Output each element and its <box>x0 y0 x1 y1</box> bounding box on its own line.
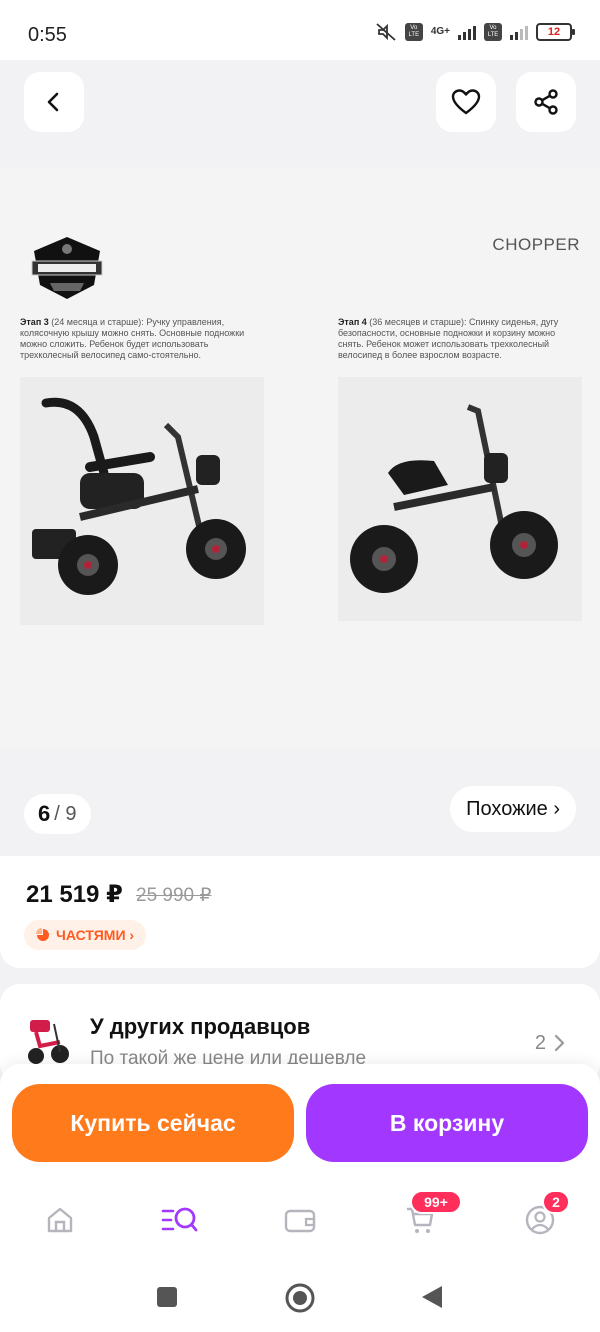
volte-icon-2: Vo LTE <box>484 23 502 41</box>
installment-label: ЧАСТЯМИ › <box>56 927 135 943</box>
image-counter: 6 / 9 <box>24 794 91 834</box>
catalog-search-icon <box>161 1207 198 1232</box>
stage-4-age: (36 месяцев и старше): <box>369 317 467 327</box>
network-type: 4G+ <box>430 26 450 37</box>
price-card: 21 519 ₽ 25 990 ₽ ЧАСТЯМИ › <box>0 856 600 968</box>
current-price: 21 519 ₽ <box>26 881 123 908</box>
installment-button[interactable]: ЧАСТЯМИ › <box>24 920 147 950</box>
cart-badge: 99+ <box>410 1190 462 1214</box>
volte-icon: Vo LTE <box>404 23 423 41</box>
seller-product-thumbnail <box>28 1020 69 1064</box>
signal-icon-2 <box>510 24 528 40</box>
system-navigation <box>0 1264 600 1332</box>
back-button[interactable] <box>24 72 84 132</box>
nav-wallet[interactable] <box>280 1200 320 1240</box>
other-sellers-title: У других продавцов <box>90 1014 311 1039</box>
profile-badge: 2 <box>542 1190 570 1214</box>
share-icon <box>534 89 558 115</box>
tricycle-photo-stage-3 <box>20 377 264 625</box>
status-bar: 0:55 Vo LTE 4G+ Vo LTE 12 <box>0 0 600 60</box>
add-to-cart-button[interactable]: В корзину <box>306 1084 588 1162</box>
status-icons: Vo LTE 4G+ Vo LTE 12 <box>375 22 575 42</box>
image-counter-total: / 9 <box>54 802 77 825</box>
bottom-navigation: 99+ 2 <box>0 1174 600 1264</box>
back-triangle-icon[interactable] <box>420 1284 444 1310</box>
recents-icon[interactable] <box>156 1286 178 1308</box>
heart-icon <box>451 89 481 115</box>
tricycle-stage-3-illustration <box>32 397 246 595</box>
stage-3-age: (24 месяца и старше): <box>51 317 144 327</box>
product-image[interactable]: CHOPPER Этап 3 (24 месяца и старше): Руч… <box>0 167 600 749</box>
home-circle-icon[interactable] <box>284 1282 316 1314</box>
stage-3-title: Этап 3 <box>20 317 49 327</box>
chopper-logo <box>31 237 103 299</box>
mute-icon <box>376 23 396 41</box>
tricycle-stage-4-illustration <box>350 404 558 593</box>
product-gallery[interactable]: CHOPPER Этап 3 (24 месяца и старше): Руч… <box>0 60 600 860</box>
tricycle-photo-stage-4 <box>338 377 582 621</box>
other-sellers-count: 2 <box>534 1032 546 1054</box>
stage-3-text: Этап 3 (24 месяца и старше): Ручку управ… <box>20 317 266 361</box>
share-button[interactable] <box>516 72 576 132</box>
wallet-icon <box>284 1209 316 1233</box>
stage-4-text: Этап 4 (36 месяцев и старше): Спинку сид… <box>338 317 574 361</box>
brand-text: CHOPPER <box>492 235 580 254</box>
buy-now-button[interactable]: Купить сейчас <box>12 1084 294 1162</box>
purchase-bar: Купить сейчас В корзину <box>0 1064 600 1174</box>
chevron-right-icon <box>554 1034 565 1052</box>
back-arrow-icon <box>47 92 59 112</box>
status-time: 0:55 <box>28 24 67 46</box>
home-icon <box>47 1207 73 1233</box>
installment-pie-icon <box>36 928 49 941</box>
similar-button[interactable]: Похожие › <box>450 786 576 832</box>
battery-icon: 12 <box>536 23 575 41</box>
stage-4-title: Этап 4 <box>338 317 367 327</box>
old-price: 25 990 ₽ <box>136 885 212 906</box>
image-counter-current: 6 <box>38 801 51 826</box>
nav-catalog[interactable] <box>160 1200 200 1240</box>
nav-home[interactable] <box>40 1200 80 1240</box>
signal-icon <box>458 24 476 40</box>
favorite-button[interactable] <box>436 72 496 132</box>
